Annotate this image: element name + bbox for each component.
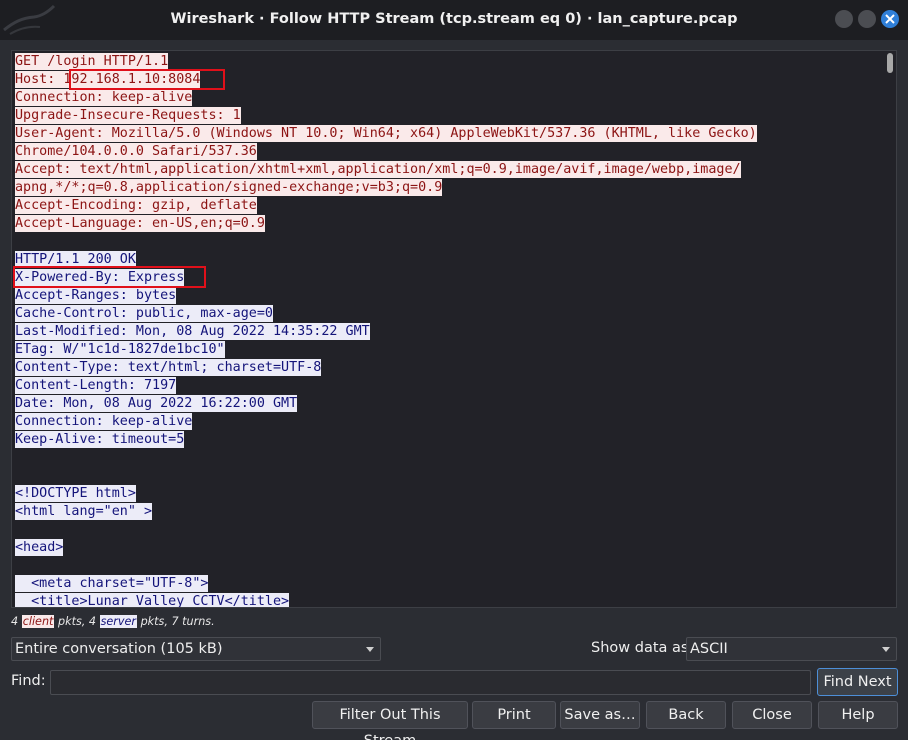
- back-button[interactable]: Back: [646, 701, 726, 729]
- stream-line-text: Accept-Language: en-US,en;q=0.9: [15, 215, 265, 232]
- conversation-select[interactable]: Entire conversation (105 kB): [11, 637, 381, 661]
- stream-line-text: Accept: text/html,application/xhtml+xml,…: [15, 161, 741, 178]
- print-button[interactable]: Print: [472, 701, 556, 729]
- stream-line-server: <head>: [15, 539, 757, 557]
- stream-line-server: Date: Mon, 08 Aug 2022 16:22:00 GMT: [15, 395, 757, 413]
- x-powered-by-highlight-box: [13, 266, 206, 288]
- stream-line-text: apng,*/*;q=0.8,application/signed-exchan…: [15, 179, 443, 196]
- stream-line-server: Content-Type: text/html; charset=UTF-8: [15, 359, 757, 377]
- stream-line-server: <html lang="en" >: [15, 503, 757, 521]
- close-button[interactable]: Close: [732, 701, 812, 729]
- stream-line-text: Accept-Encoding: gzip, deflate: [15, 197, 257, 214]
- chevron-down-icon: [366, 647, 374, 652]
- stream-line-text: Cache-Control: public, max-age=0: [15, 305, 273, 322]
- window-title: Wireshark · Follow HTTP Stream (tcp.stre…: [170, 11, 738, 27]
- stream-line-text: <meta charset="UTF-8">: [15, 575, 209, 592]
- stream-line-server: Last-Modified: Mon, 08 Aug 2022 14:35:22…: [15, 323, 757, 341]
- stream-line-text: <html lang="en" >: [15, 503, 153, 520]
- stream-line-server: ETag: W/"1c1d-1827de1bc10": [15, 341, 757, 359]
- stream-line-client: Accept: text/html,application/xhtml+xml,…: [15, 161, 757, 179]
- title-bar: Wireshark · Follow HTTP Stream (tcp.stre…: [0, 0, 908, 40]
- show-data-label: Show data as: [591, 640, 689, 656]
- stream-line-text: Content-Length: 7197: [15, 377, 177, 394]
- stream-line-text: Date: Mon, 08 Aug 2022 16:22:00 GMT: [15, 395, 298, 412]
- stream-line-client: Connection: keep-alive: [15, 89, 757, 107]
- stream-line-blank: [15, 557, 757, 575]
- find-label: Find:: [11, 673, 46, 689]
- stream-line-blank: [15, 521, 757, 539]
- stream-line-text: <title>Lunar Valley CCTV</title>: [15, 593, 290, 608]
- maximize-button[interactable]: [858, 10, 876, 28]
- vertical-scrollbar[interactable]: [884, 51, 896, 607]
- filter-out-stream-button[interactable]: Filter Out This Stream: [312, 701, 468, 740]
- client-tag: client: [21, 615, 55, 628]
- stream-line-client: Upgrade-Insecure-Requests: 1: [15, 107, 757, 125]
- stream-line-blank: [15, 467, 757, 485]
- stream-line-client: apng,*/*;q=0.8,application/signed-exchan…: [15, 179, 757, 197]
- stream-line-client: Accept-Encoding: gzip, deflate: [15, 197, 757, 215]
- stream-line-blank: [15, 449, 757, 467]
- stream-line-client: Accept-Language: en-US,en;q=0.9: [15, 215, 757, 233]
- stream-line-text: Accept-Ranges: bytes: [15, 287, 177, 304]
- pkts-separator: pkts, 4: [57, 615, 97, 628]
- stream-line-server: <title>Lunar Valley CCTV</title>: [15, 593, 757, 608]
- stream-line-server: Content-Length: 7197: [15, 377, 757, 395]
- stream-line-text: Connection: keep-alive: [15, 89, 193, 106]
- find-input[interactable]: [50, 670, 811, 695]
- stream-lines: GET /login HTTP/1.1 Host: 192.168.1.10:80…: [15, 53, 757, 608]
- stream-line-text: <!DOCTYPE html>: [15, 485, 136, 502]
- close-window-button[interactable]: [881, 10, 899, 28]
- stream-line-text: User-Agent: Mozilla/5.0 (Windows NT 10.0…: [15, 125, 757, 142]
- help-button[interactable]: Help: [818, 701, 898, 729]
- host-highlight-box: [69, 69, 225, 90]
- stream-line-server: <meta charset="UTF-8">: [15, 575, 757, 593]
- stream-line-text: Keep-Alive: timeout=5: [15, 431, 185, 448]
- format-select-value: ASCII: [690, 641, 728, 657]
- find-next-button[interactable]: Find Next: [817, 668, 898, 696]
- close-icon: [885, 14, 895, 24]
- stream-line-server: <!DOCTYPE html>: [15, 485, 757, 503]
- stream-stats: 4 client pkts, 4 server pkts, 7 turns.: [11, 615, 215, 628]
- stream-line-client: User-Agent: Mozilla/5.0 (Windows NT 10.0…: [15, 125, 757, 143]
- stream-line-text: GET /login HTTP/1.1: [15, 53, 169, 70]
- stream-line-text: Connection: keep-alive: [15, 413, 193, 430]
- save-as-button[interactable]: Save as…: [560, 701, 640, 729]
- stream-line-text: ETag: W/"1c1d-1827de1bc10": [15, 341, 225, 358]
- stream-line-text: Upgrade-Insecure-Requests: 1: [15, 107, 241, 124]
- stream-line-server: Connection: keep-alive: [15, 413, 757, 431]
- stream-line-text: <head>: [15, 539, 64, 556]
- stream-line-server: Cache-Control: public, max-age=0: [15, 305, 757, 323]
- client-pkt-count: 4: [11, 615, 19, 628]
- stream-line-text: Content-Type: text/html; charset=UTF-8: [15, 359, 322, 376]
- stream-line-text: Chrome/104.0.0.0 Safari/537.36: [15, 143, 257, 160]
- stream-line-server: Accept-Ranges: bytes: [15, 287, 757, 305]
- stream-line-blank: [15, 233, 757, 251]
- chevron-down-icon: [882, 647, 890, 652]
- stream-line-server: Keep-Alive: timeout=5: [15, 431, 757, 449]
- stats-tail: pkts, 7 turns.: [140, 615, 215, 628]
- stream-line-client: Chrome/104.0.0.0 Safari/537.36: [15, 143, 757, 161]
- stream-text-view[interactable]: GET /login HTTP/1.1 Host: 192.168.1.10:80…: [11, 50, 897, 608]
- scrollbar-thumb[interactable]: [887, 53, 893, 73]
- minimize-button[interactable]: [835, 10, 853, 28]
- format-select[interactable]: ASCII: [686, 637, 897, 661]
- stream-line-text: Last-Modified: Mon, 08 Aug 2022 14:35:22…: [15, 323, 370, 340]
- server-tag: server: [99, 615, 137, 628]
- conversation-select-value: Entire conversation (105 kB): [15, 641, 223, 657]
